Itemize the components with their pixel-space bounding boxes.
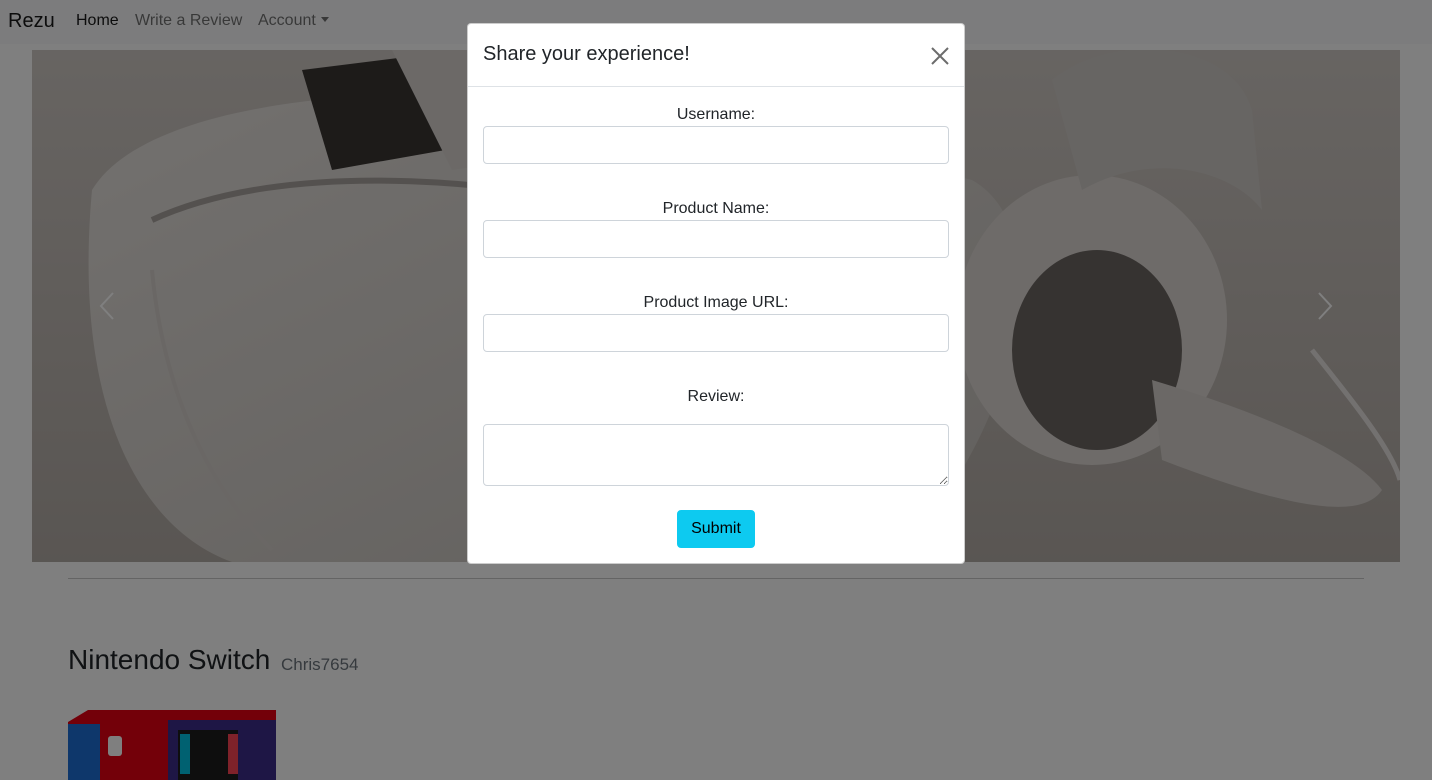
username-input[interactable] [483, 126, 949, 164]
product-image-url-label: Product Image URL: [643, 294, 789, 311]
review-textarea[interactable] [483, 424, 949, 486]
modal-title: Share your experience! [483, 43, 690, 65]
close-button[interactable] [926, 42, 954, 70]
write-review-modal: Share your experience! Username: Product… [467, 23, 965, 564]
review-label: Review: [687, 388, 745, 405]
username-label: Username: [676, 106, 756, 123]
product-image-url-input[interactable] [483, 314, 949, 352]
modal-header: Share your experience! [468, 24, 964, 87]
product-name-label: Product Name: [662, 200, 770, 217]
product-name-input[interactable] [483, 220, 949, 258]
submit-button[interactable]: Submit [677, 510, 755, 548]
close-icon [931, 47, 949, 65]
